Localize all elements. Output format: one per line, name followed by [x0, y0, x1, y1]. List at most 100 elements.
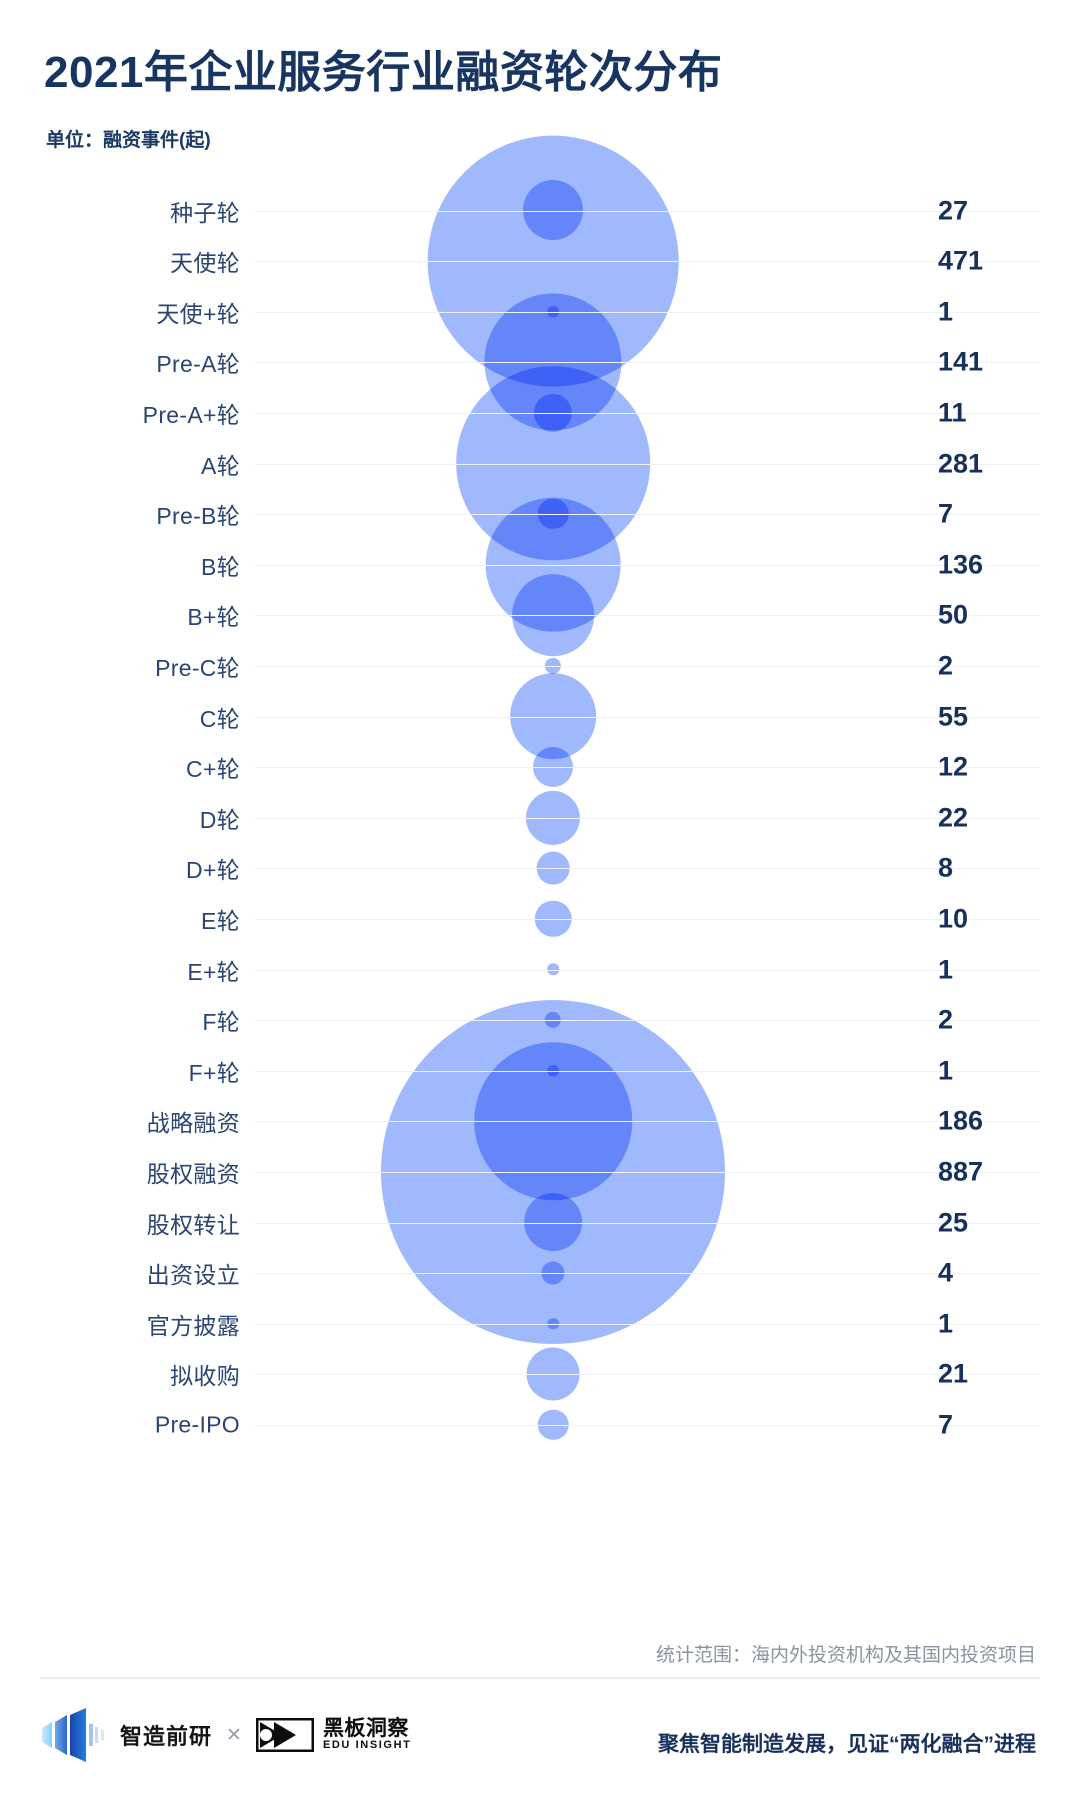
row-gridline: [255, 564, 1040, 566]
cross-icon: ✕: [226, 1724, 242, 1746]
chart-row: Pre-IPO 7: [0, 1396, 1080, 1453]
row-value: 11: [938, 397, 967, 428]
row-category-label: 天使+轮: [156, 300, 240, 327]
chart-row: 战略融资 186: [0, 1093, 1080, 1150]
partner-name-en: EDU INSIGHT: [322, 1739, 412, 1752]
row-category-label: Pre-A+轮: [142, 401, 240, 428]
zhizao-qianyan-logo-icon: [40, 1708, 108, 1762]
row-value: 1: [938, 954, 954, 984]
row-value: 281: [938, 448, 984, 478]
chart-row: Pre-A轮 141: [0, 334, 1080, 391]
row-category-label: Pre-B轮: [156, 503, 240, 530]
row-category-label: Pre-C轮: [155, 654, 240, 681]
row-category-label: 股权融资: [146, 1160, 240, 1187]
row-gridline: [255, 261, 1040, 263]
footer: 智造前研 ✕ 黑板洞察 EDU INSIGHT 聚焦智能制造发展，见证“两化融合…: [0, 1690, 1080, 1800]
chart-rows: 种子轮 27 天使轮 471 天使+轮 1 Pre-A轮 141 Pre-A+轮 11 A轮 281 P…: [0, 160, 1080, 1610]
row-gridline: [255, 1374, 1040, 1376]
row-gridline: [255, 514, 1040, 516]
chart-row: Pre-C轮 2: [0, 637, 1080, 694]
row-value: 2: [938, 1004, 954, 1035]
source-note: 统计范围：海内外投资机构及其国内投资项目: [655, 1645, 1036, 1666]
row-gridline: [255, 1323, 1040, 1325]
chart-row: 出资设立 4: [0, 1245, 1080, 1302]
row-gridline: [255, 1070, 1040, 1072]
row-category-label: B轮: [201, 553, 240, 580]
row-value: 22: [938, 802, 969, 833]
row-category-label: C轮: [199, 705, 240, 732]
row-value: 7: [938, 498, 954, 529]
row-gridline: [255, 1171, 1040, 1173]
row-category-label: A轮: [201, 452, 240, 479]
row-value: 887: [938, 1156, 984, 1187]
row-value: 27: [938, 195, 969, 225]
row-gridline: [255, 463, 1040, 465]
row-value: 10: [938, 903, 969, 934]
row-category-label: 官方披露: [146, 1312, 240, 1339]
chart-row: 天使轮 471: [0, 233, 1080, 290]
row-gridline: [255, 311, 1040, 313]
row-value: 186: [938, 1105, 984, 1136]
chart-row: 拟收购 21: [0, 1346, 1080, 1403]
row-gridline: [255, 918, 1040, 920]
heiban-dongcha-logo-icon: [255, 1717, 315, 1753]
chart-row: 官方披露 1: [0, 1295, 1080, 1352]
logo-group: 智造前研 ✕ 黑板洞察 EDU INSIGHT: [40, 1708, 411, 1762]
row-category-label: 战略融资: [146, 1110, 240, 1137]
footer-tagline: 聚焦智能制造发展，见证“两化融合”进程: [658, 1733, 1036, 1756]
row-gridline: [255, 716, 1040, 718]
row-category-label: 出资设立: [146, 1262, 240, 1289]
row-gridline: [255, 1273, 1040, 1275]
row-category-label: F轮: [202, 1009, 240, 1036]
row-gridline: [255, 969, 1040, 971]
chart-row: C+轮 12: [0, 739, 1080, 796]
row-value: 2: [938, 650, 954, 681]
row-category-label: Pre-A轮: [156, 351, 240, 378]
chart-row: C轮 55: [0, 688, 1080, 745]
row-value: 8: [938, 852, 954, 883]
row-category-label: B+轮: [187, 604, 240, 631]
row-gridline: [255, 1121, 1040, 1123]
row-value: 25: [938, 1207, 969, 1237]
chart-row: 天使+轮 1: [0, 283, 1080, 340]
chart-row: E轮 10: [0, 890, 1080, 947]
row-gridline: [255, 615, 1040, 617]
row-value: 7: [938, 1409, 954, 1440]
row-value: 1: [938, 296, 954, 327]
row-category-label: D轮: [199, 806, 240, 833]
row-value: 55: [938, 701, 969, 731]
row-gridline: [255, 868, 1040, 870]
row-category-label: 种子轮: [170, 199, 240, 226]
partner-logo: 黑板洞察 EDU INSIGHT: [255, 1717, 412, 1753]
unit-label: 单位：融资事件(起): [46, 130, 211, 151]
chart-row: D+轮 8: [0, 840, 1080, 897]
chart-row: F+轮 1: [0, 1042, 1080, 1099]
row-value: 1: [938, 1055, 954, 1086]
chart-row: 股权融资 887: [0, 1143, 1080, 1200]
footer-divider: [40, 1677, 1040, 1679]
row-category-label: E轮: [201, 907, 240, 934]
chart-row: B+轮 50: [0, 587, 1080, 644]
row-category-label: C+轮: [186, 756, 240, 783]
row-value: 136: [938, 549, 984, 580]
row-gridline: [255, 665, 1040, 667]
row-category-label: E+轮: [187, 958, 240, 985]
row-category-label: 股权转让: [146, 1211, 240, 1238]
chart-row: B轮 136: [0, 536, 1080, 593]
row-gridline: [255, 1222, 1040, 1224]
row-value: 1: [938, 1308, 954, 1339]
row-gridline: [255, 1424, 1040, 1426]
row-category-label: 天使轮: [170, 250, 240, 277]
page-title: 2021年企业服务行业融资轮次分布: [44, 48, 723, 97]
row-value: 4: [938, 1257, 954, 1288]
chart-row: E+轮 1: [0, 941, 1080, 998]
row-category-label: Pre-IPO: [154, 1411, 240, 1438]
row-gridline: [255, 412, 1040, 414]
row-value: 471: [938, 245, 984, 276]
row-category-label: F+轮: [188, 1059, 240, 1086]
chart-row: A轮 281: [0, 435, 1080, 492]
chart-row: 种子轮 27: [0, 182, 1080, 239]
row-gridline: [255, 767, 1040, 769]
row-category-label: 拟收购: [170, 1363, 240, 1390]
chart-row: Pre-A+轮 11: [0, 384, 1080, 441]
